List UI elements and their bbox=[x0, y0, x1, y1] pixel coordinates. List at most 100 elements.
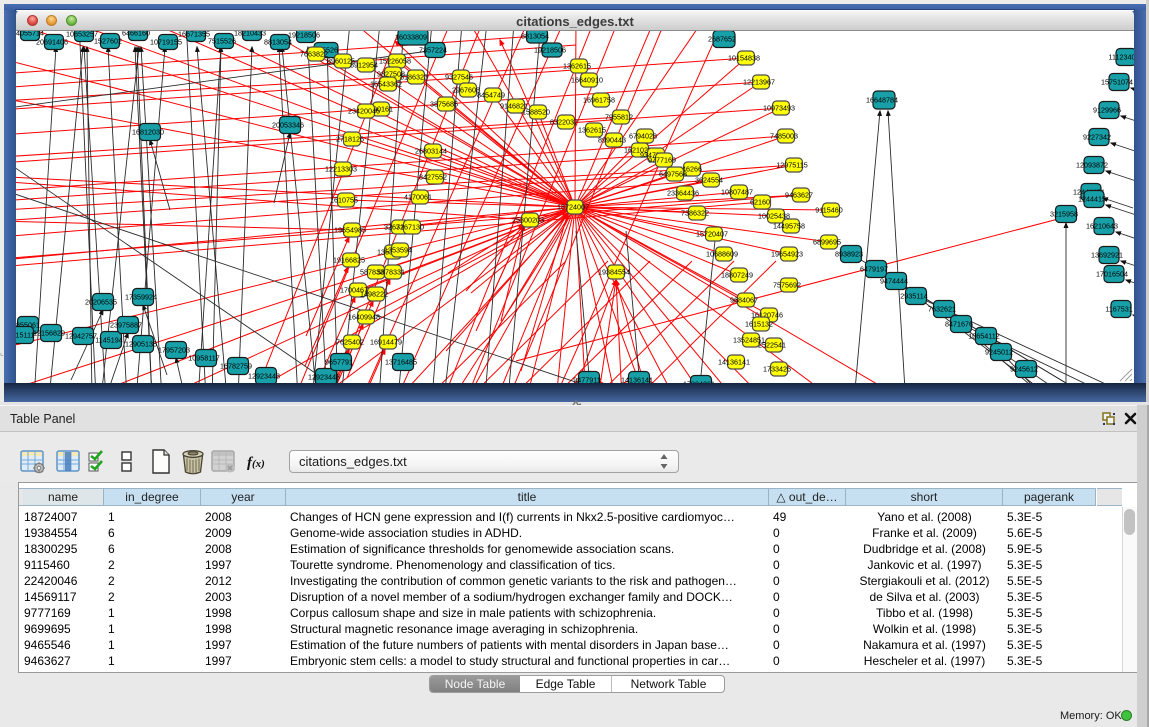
svg-text:2935114: 2935114 bbox=[900, 292, 927, 301]
svg-text:20691406: 20691406 bbox=[36, 38, 68, 47]
svg-text:9657791: 9657791 bbox=[325, 358, 353, 367]
svg-text:3215958: 3215958 bbox=[1050, 210, 1078, 219]
svg-text:1362615: 1362615 bbox=[563, 62, 591, 71]
svg-text:1353594: 1353594 bbox=[384, 246, 412, 255]
svg-text:20206535: 20206535 bbox=[85, 298, 117, 307]
svg-text:6479197: 6479197 bbox=[860, 265, 888, 274]
svg-text:7625402: 7625402 bbox=[336, 338, 364, 347]
svg-text:2718126: 2718126 bbox=[336, 135, 364, 144]
svg-text:6899695: 6899695 bbox=[813, 238, 841, 247]
svg-text:1145194: 1145194 bbox=[95, 336, 122, 345]
svg-text:16210643: 16210643 bbox=[1086, 222, 1118, 231]
svg-text:16671355: 16671355 bbox=[178, 31, 210, 39]
svg-text:18210433: 18210433 bbox=[234, 31, 266, 38]
svg-text:1610755: 1610755 bbox=[330, 196, 358, 205]
svg-text:10958117: 10958117 bbox=[188, 354, 219, 363]
svg-text:8427552: 8427552 bbox=[419, 173, 447, 182]
svg-text:1588520: 1588520 bbox=[522, 108, 550, 117]
svg-text:8912954: 8912954 bbox=[350, 61, 378, 70]
svg-text:17334261: 17334261 bbox=[683, 380, 715, 384]
svg-text:7575692: 7575692 bbox=[773, 281, 801, 290]
svg-text:12213303: 12213303 bbox=[325, 165, 357, 174]
svg-text:9477911: 9477911 bbox=[573, 376, 600, 384]
svg-text:20053346: 20053346 bbox=[272, 121, 304, 130]
svg-text:13692921: 13692921 bbox=[1091, 251, 1123, 260]
svg-text:9474444: 9474444 bbox=[880, 277, 908, 286]
svg-text:2687652: 2687652 bbox=[708, 35, 736, 44]
svg-text:3875685: 3875685 bbox=[430, 100, 458, 109]
svg-text:3267130: 3267130 bbox=[396, 223, 424, 232]
svg-text:12923448: 12923448 bbox=[248, 372, 280, 381]
svg-text:16782759: 16782759 bbox=[220, 362, 252, 371]
svg-text:1615132: 1615132 bbox=[745, 320, 773, 329]
svg-text:8186323: 8186323 bbox=[400, 73, 428, 82]
svg-text:9129966: 9129966 bbox=[1093, 106, 1121, 115]
svg-text:23420046: 23420046 bbox=[348, 107, 380, 116]
svg-text:16033809: 16033809 bbox=[395, 33, 427, 42]
svg-text:9684067: 9684067 bbox=[730, 296, 758, 305]
svg-text:16914479: 16914479 bbox=[370, 338, 402, 347]
svg-text:16648784: 16648784 bbox=[866, 96, 898, 105]
svg-text:7632621: 7632621 bbox=[928, 305, 956, 314]
svg-text:2967608: 2967608 bbox=[452, 86, 480, 95]
svg-text:25300203: 25300203 bbox=[512, 216, 544, 225]
svg-text:6497568: 6497568 bbox=[659, 170, 687, 179]
svg-text:19654985: 19654985 bbox=[334, 226, 366, 235]
svg-text:10154838: 10154838 bbox=[728, 54, 760, 63]
svg-text:18807249: 18807249 bbox=[721, 271, 753, 280]
svg-text:16640910: 16640910 bbox=[571, 76, 603, 85]
svg-text:8322037: 8322037 bbox=[550, 118, 578, 127]
svg-text:12156829: 12156829 bbox=[33, 329, 65, 338]
svg-text:10719155: 10719155 bbox=[150, 38, 182, 47]
svg-text:19166825: 19166825 bbox=[333, 256, 365, 265]
svg-text:15751074: 15751074 bbox=[1101, 78, 1133, 87]
svg-text:10973493: 10973493 bbox=[763, 104, 795, 113]
svg-text:17016504: 17016504 bbox=[1096, 270, 1128, 279]
svg-text:8471676: 8471676 bbox=[945, 320, 973, 329]
svg-text:12213967: 12213967 bbox=[743, 78, 775, 87]
svg-text:9245012: 9245012 bbox=[985, 348, 1013, 357]
svg-text:8938923: 8938923 bbox=[835, 250, 863, 259]
svg-text:23364436: 23364436 bbox=[667, 189, 699, 198]
svg-text:1362615: 1362615 bbox=[578, 126, 606, 135]
svg-text:9115460: 9115460 bbox=[815, 206, 842, 215]
svg-text:7955812: 7955812 bbox=[605, 113, 633, 122]
svg-text:8990443: 8990443 bbox=[598, 136, 626, 145]
svg-text:16812030: 16812030 bbox=[132, 128, 164, 137]
svg-text:62160: 62160 bbox=[750, 198, 770, 207]
svg-text:17359924: 17359924 bbox=[125, 293, 157, 302]
svg-text:5878331: 5878331 bbox=[377, 268, 405, 277]
svg-text:1498222: 1498222 bbox=[360, 290, 388, 299]
svg-text:16961758: 16961758 bbox=[583, 96, 615, 105]
svg-text:14136141: 14136141 bbox=[621, 376, 653, 384]
svg-text:7515526: 7515526 bbox=[208, 37, 236, 46]
svg-text:15720407: 15720407 bbox=[696, 230, 728, 239]
svg-text:1244415: 1244415 bbox=[1078, 195, 1106, 204]
svg-text:7485003: 7485003 bbox=[770, 132, 798, 141]
svg-text:7663822: 7663822 bbox=[300, 50, 328, 59]
svg-text:13716485: 13716485 bbox=[385, 358, 417, 367]
svg-text:12942757: 12942757 bbox=[65, 332, 97, 341]
svg-text:7386322: 7386322 bbox=[681, 209, 709, 218]
svg-text:8813054: 8813054 bbox=[521, 32, 549, 41]
svg-text:4170061: 4170061 bbox=[404, 193, 432, 202]
svg-text:17957203: 17957203 bbox=[158, 346, 190, 355]
svg-text:10807487: 10807487 bbox=[721, 188, 753, 197]
svg-text:19384554: 19384554 bbox=[598, 268, 630, 277]
svg-text:7357224: 7357224 bbox=[419, 46, 447, 55]
svg-text:26803144: 26803144 bbox=[415, 147, 447, 156]
svg-text:18724007: 18724007 bbox=[557, 203, 589, 212]
svg-text:15226058: 15226058 bbox=[379, 57, 411, 66]
svg-text:23975887: 23975887 bbox=[110, 321, 142, 330]
svg-text:1167531: 1167531 bbox=[1105, 305, 1132, 314]
svg-text:10688609: 10688609 bbox=[706, 250, 738, 259]
svg-text:19654923: 19654923 bbox=[771, 250, 803, 259]
svg-text:12093872: 12093872 bbox=[1076, 161, 1108, 170]
svg-text:3624554: 3624554 bbox=[695, 176, 723, 185]
svg-text:19218506: 19218506 bbox=[534, 46, 566, 55]
svg-text:8454749: 8454749 bbox=[477, 91, 505, 100]
svg-text:12975115: 12975115 bbox=[776, 161, 807, 170]
svg-text:6466160: 6466160 bbox=[122, 31, 150, 38]
svg-text:9245612: 9245612 bbox=[1010, 365, 1038, 374]
svg-text:9777169: 9777169 bbox=[648, 156, 676, 165]
